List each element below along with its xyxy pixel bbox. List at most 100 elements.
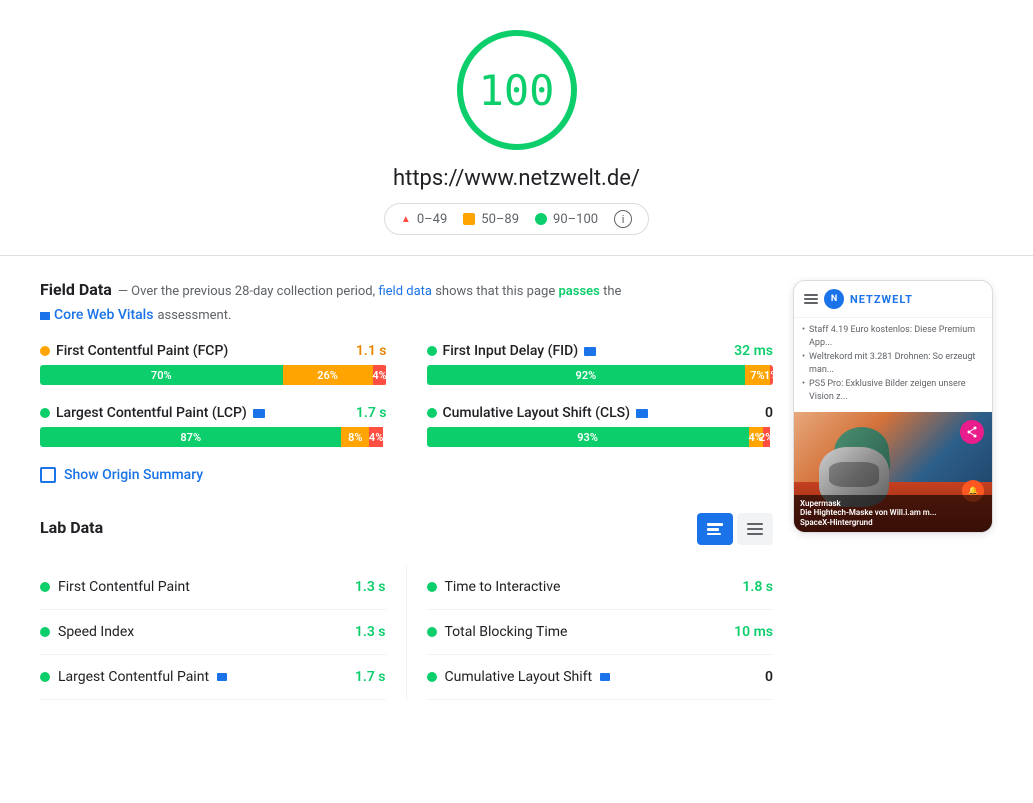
metric-fid: First Input Delay (FID) 32 ms 92% 7% 1% bbox=[427, 343, 774, 385]
lab-fcp-dot bbox=[40, 582, 50, 592]
lab-lcp-flag-icon bbox=[217, 673, 227, 681]
metric-fcp: First Contentful Paint (FCP) 1.1 s 70% 2… bbox=[40, 343, 387, 385]
fid-title: First Input Delay (FID) bbox=[443, 343, 579, 359]
score-legend: ▲ 0–49 50–89 90–100 i bbox=[384, 203, 649, 235]
hamburger-icon[interactable] bbox=[804, 294, 818, 304]
assessment-text: assessment. bbox=[157, 308, 231, 323]
info-icon[interactable]: i bbox=[614, 210, 632, 228]
fid-bar: 92% 7% 1% bbox=[427, 365, 774, 385]
news-item-2: • Weltrekord mit 3.281 Drohnen: So erzeu… bbox=[802, 351, 984, 376]
lab-data-header: Lab Data bbox=[40, 513, 773, 545]
circle-icon bbox=[535, 213, 547, 225]
cls-title: Cumulative Layout Shift (CLS) bbox=[443, 405, 631, 421]
phone-preview-image: 🔔 Xupermask Die Hightech-Maske von Will.… bbox=[794, 412, 992, 532]
fid-dot bbox=[427, 346, 437, 356]
lab-fcp-label: First Contentful Paint bbox=[58, 579, 190, 595]
view-toggle[interactable] bbox=[697, 513, 773, 545]
cls-bar-red: 2% bbox=[763, 427, 770, 447]
lcp-bar-orange: 8% bbox=[341, 427, 369, 447]
news-text-1: Staff 4.19 Euro kostenlos: Diese Premium… bbox=[809, 324, 984, 349]
cls-value: 0 bbox=[765, 405, 773, 421]
lab-metric-fcp: First Contentful Paint 1.3 s bbox=[40, 565, 386, 610]
fid-flag-icon bbox=[584, 347, 596, 356]
lab-metric-speed: Speed Index 1.3 s bbox=[40, 610, 386, 655]
fcp-dot bbox=[40, 346, 50, 356]
share-icon bbox=[966, 426, 978, 438]
lab-metric-cls: Cumulative Layout Shift 0 bbox=[427, 655, 774, 700]
lab-tbt-value: 10 ms bbox=[734, 624, 773, 640]
site-name: NETZWELT bbox=[850, 293, 913, 306]
triangle-icon: ▲ bbox=[401, 214, 411, 225]
phone-header: N NETZWELT bbox=[794, 281, 992, 318]
cls-dot bbox=[427, 408, 437, 418]
lcp-bar-red: 4% bbox=[369, 427, 383, 447]
cls-bar-green: 93% bbox=[427, 427, 749, 447]
flag-icon-cwv bbox=[40, 312, 50, 320]
news-text-3: PS5 Pro: Exklusive Bilder zeigen unsere … bbox=[809, 378, 984, 403]
fcp-bar-green: 70% bbox=[40, 365, 283, 385]
field-data-link[interactable]: field data bbox=[378, 284, 432, 299]
page-url: https://www.netzwelt.de/ bbox=[393, 166, 640, 191]
news-text-2: Weltrekord mit 3.281 Drohnen: So erzeugt… bbox=[809, 351, 984, 376]
field-data-title: Field Data bbox=[40, 280, 112, 299]
show-origin-label[interactable]: Show Origin Summary bbox=[64, 467, 203, 483]
lab-metric-tbt: Total Blocking Time 10 ms bbox=[427, 610, 774, 655]
metric-lcp: Largest Contentful Paint (LCP) 1.7 s 87%… bbox=[40, 405, 387, 447]
lab-lcp-value: 1.7 s bbox=[355, 669, 386, 685]
cls-flag-icon bbox=[636, 409, 648, 418]
legend-range-red: 0–49 bbox=[417, 212, 447, 227]
fid-bar-red: 1% bbox=[770, 365, 773, 385]
lab-metric-tti: Time to Interactive 1.8 s bbox=[427, 565, 774, 610]
image-subtitle1: Die Hightech-Maske von Will.i.am m... bbox=[800, 508, 986, 518]
lab-tti-dot bbox=[427, 582, 437, 592]
checkbox-icon bbox=[43, 470, 53, 480]
lab-speed-dot bbox=[40, 627, 50, 637]
toggle-bar-view[interactable] bbox=[697, 513, 733, 545]
share-button[interactable] bbox=[960, 420, 984, 444]
left-panel: Field Data — Over the previous 28-day co… bbox=[40, 280, 773, 700]
lab-tti-label: Time to Interactive bbox=[445, 579, 561, 595]
square-icon bbox=[463, 213, 475, 225]
field-data-description: — Over the previous 28-day collection pe… bbox=[118, 282, 622, 302]
right-panel: N NETZWELT • Staff 4.19 Euro kostenlos: … bbox=[793, 280, 993, 700]
toggle-list-view[interactable] bbox=[737, 513, 773, 545]
news-item-1: • Staff 4.19 Euro kostenlos: Diese Premi… bbox=[802, 324, 984, 349]
score-value: 100 bbox=[479, 66, 555, 115]
lcp-value: 1.7 s bbox=[356, 405, 387, 421]
fcp-bar-orange: 26% bbox=[283, 365, 373, 385]
lab-metrics-left: First Contentful Paint 1.3 s Speed Index… bbox=[40, 565, 407, 700]
fcp-bar-red: 4% bbox=[373, 365, 387, 385]
top-section: 100 https://www.netzwelt.de/ ▲ 0–49 50–8… bbox=[0, 0, 1033, 256]
desc-suffix: the bbox=[603, 284, 621, 299]
lcp-bar: 87% 8% 4% bbox=[40, 427, 387, 447]
list-view-icon bbox=[747, 523, 763, 535]
bar-view-icon bbox=[707, 523, 723, 535]
lab-tbt-dot bbox=[427, 627, 437, 637]
lab-fcp-value: 1.3 s bbox=[355, 579, 386, 595]
lab-tbt-label: Total Blocking Time bbox=[445, 624, 568, 640]
legend-range-green: 90–100 bbox=[553, 212, 598, 227]
legend-range-orange: 50–89 bbox=[481, 212, 519, 227]
metrics-grid: First Contentful Paint (FCP) 1.1 s 70% 2… bbox=[40, 343, 773, 447]
netzwelt-logo-icon: N bbox=[824, 289, 844, 309]
lab-lcp-dot bbox=[40, 672, 50, 682]
desc-middle: shows that this page bbox=[435, 284, 555, 299]
show-origin-row[interactable]: Show Origin Summary bbox=[40, 467, 773, 483]
fid-value: 32 ms bbox=[734, 343, 773, 359]
lcp-bar-green: 87% bbox=[40, 427, 341, 447]
lab-cls-label: Cumulative Layout Shift bbox=[445, 669, 593, 685]
show-origin-checkbox[interactable] bbox=[40, 467, 56, 483]
lab-cls-dot bbox=[427, 672, 437, 682]
image-title: Xupermask bbox=[800, 499, 986, 509]
legend-item-green: 90–100 bbox=[535, 212, 598, 227]
legend-item-red: ▲ 0–49 bbox=[401, 212, 447, 227]
cls-bar: 93% 4% 2% bbox=[427, 427, 774, 447]
news-item-3: • PS5 Pro: Exklusive Bilder zeigen unser… bbox=[802, 378, 984, 403]
core-web-vitals-link[interactable]: Core Web Vitals bbox=[54, 307, 153, 323]
lab-cls-flag-icon bbox=[600, 673, 610, 681]
lab-metrics-right: Time to Interactive 1.8 s Total Blocking… bbox=[407, 565, 774, 700]
image-subtitle2: SpaceX-Hintergrund bbox=[800, 518, 986, 528]
lcp-flag-icon bbox=[253, 409, 265, 418]
lab-metrics-grid: First Contentful Paint 1.3 s Speed Index… bbox=[40, 565, 773, 700]
lab-metric-lcp: Largest Contentful Paint 1.7 s bbox=[40, 655, 386, 700]
